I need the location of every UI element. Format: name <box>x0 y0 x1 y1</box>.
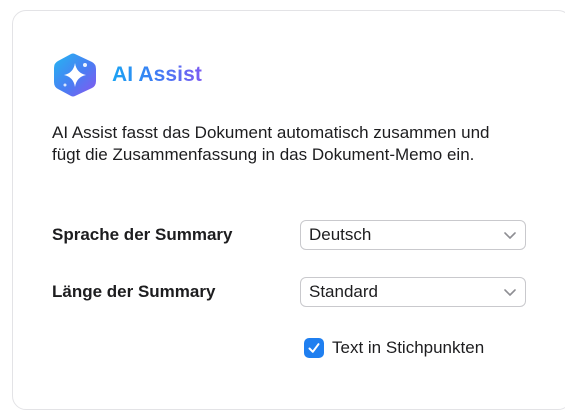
length-select-value: Standard <box>309 282 378 301</box>
length-select[interactable]: Standard <box>300 277 526 307</box>
ai-assist-logo-icon <box>54 53 96 97</box>
chevron-down-icon <box>504 232 516 239</box>
bullets-label: Text in Stichpunkten <box>332 338 485 357</box>
language-label: Sprache der Summary <box>52 225 233 244</box>
checkmark-icon <box>308 343 320 353</box>
bullets-option[interactable]: Text in Stichpunkten <box>304 338 484 358</box>
language-select-value: Deutsch <box>309 225 372 244</box>
app-header: AI Assist <box>52 52 202 98</box>
app-title: AI Assist <box>112 63 202 86</box>
length-label: Länge der Summary <box>52 282 216 301</box>
bullets-checkbox[interactable] <box>304 338 324 358</box>
app-description: AI Assist fasst das Dokument automatisch… <box>52 123 490 164</box>
language-select[interactable]: Deutsch <box>300 220 526 250</box>
chevron-down-icon <box>504 289 516 296</box>
